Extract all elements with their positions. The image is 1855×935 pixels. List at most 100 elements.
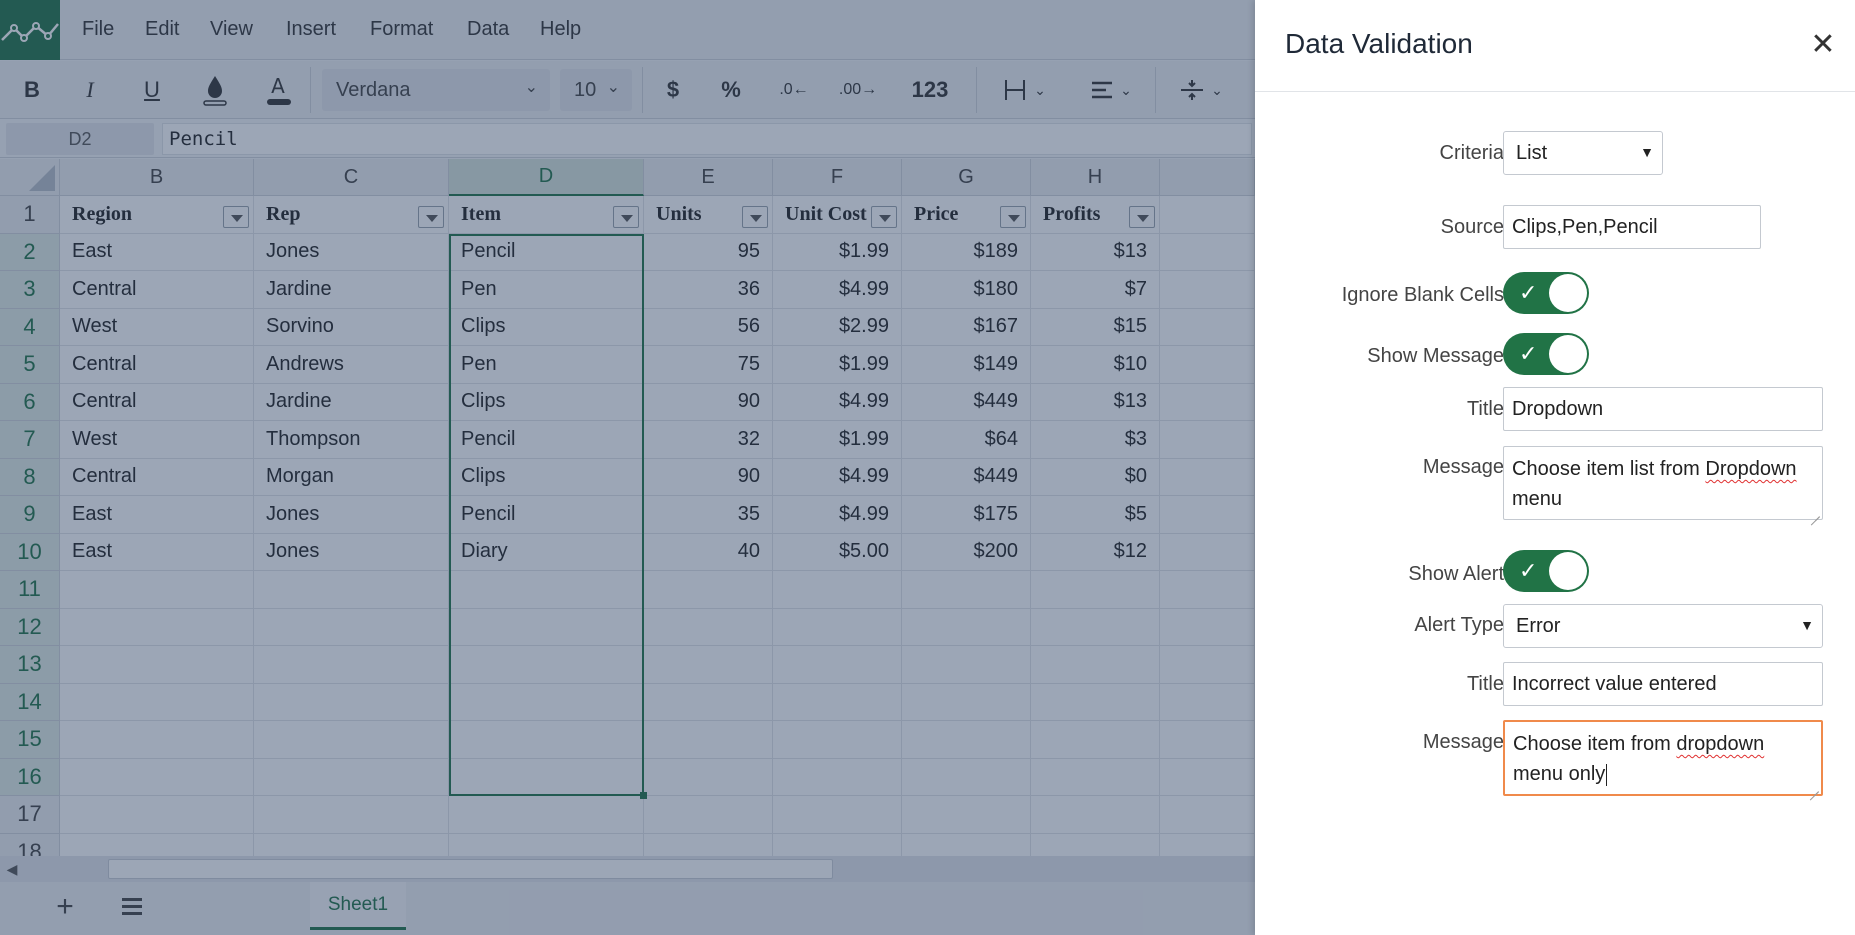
- empty-cell[interactable]: [449, 646, 644, 684]
- table-cell[interactable]: $200: [902, 533, 1031, 571]
- table-cell[interactable]: Pencil: [449, 421, 644, 459]
- table-cell[interactable]: East: [60, 533, 254, 571]
- row-header-8[interactable]: 8: [0, 458, 60, 496]
- empty-cell[interactable]: [902, 608, 1031, 646]
- filter-dropdown-icon[interactable]: [418, 206, 444, 228]
- increase-decimal-icon[interactable]: .00→: [834, 71, 882, 109]
- empty-cell[interactable]: [1160, 421, 1255, 459]
- table-cell[interactable]: $449: [902, 458, 1031, 496]
- fill-handle[interactable]: [640, 792, 647, 799]
- table-cell[interactable]: 40: [644, 533, 773, 571]
- empty-cell[interactable]: [644, 833, 773, 856]
- empty-cell[interactable]: [902, 796, 1031, 834]
- column-header-g[interactable]: G: [902, 159, 1031, 196]
- table-cell[interactable]: $15: [1031, 308, 1160, 346]
- alert-type-select[interactable]: Error ▼: [1503, 604, 1823, 648]
- row-header-13[interactable]: 13: [0, 646, 60, 684]
- empty-cell[interactable]: [1031, 721, 1160, 759]
- table-cell[interactable]: Central: [60, 271, 254, 309]
- row-header-7[interactable]: 7: [0, 421, 60, 459]
- menu-edit[interactable]: Edit: [145, 18, 179, 41]
- menu-file[interactable]: File: [82, 18, 114, 41]
- row-header-1[interactable]: 1: [0, 196, 60, 234]
- table-cell[interactable]: $13: [1031, 233, 1160, 271]
- add-sheet-icon[interactable]: +: [48, 890, 82, 924]
- show-message-toggle[interactable]: ✓: [1503, 333, 1589, 375]
- column-header-h[interactable]: H: [1031, 159, 1160, 196]
- empty-cell[interactable]: [60, 833, 254, 856]
- empty-cell[interactable]: [902, 833, 1031, 856]
- table-cell[interactable]: $4.99: [773, 271, 902, 309]
- empty-cell[interactable]: [449, 571, 644, 609]
- empty-cell[interactable]: [449, 608, 644, 646]
- empty-cell[interactable]: [1031, 683, 1160, 721]
- row-header-10[interactable]: 10: [0, 533, 60, 571]
- table-cell[interactable]: $4.99: [773, 496, 902, 534]
- empty-cell[interactable]: [1160, 796, 1255, 834]
- empty-cell[interactable]: [60, 571, 254, 609]
- empty-cell[interactable]: [902, 721, 1031, 759]
- empty-cell[interactable]: [449, 758, 644, 796]
- empty-cell[interactable]: [644, 646, 773, 684]
- number-format-button[interactable]: 123: [900, 71, 960, 109]
- empty-cell[interactable]: [1160, 571, 1255, 609]
- source-input[interactable]: Clips,Pen,Pencil: [1503, 205, 1761, 249]
- row-header-4[interactable]: 4: [0, 308, 60, 346]
- table-cell[interactable]: 35: [644, 496, 773, 534]
- empty-cell[interactable]: [60, 608, 254, 646]
- table-cell[interactable]: $13: [1031, 383, 1160, 421]
- table-cell[interactable]: $167: [902, 308, 1031, 346]
- underline-icon[interactable]: U: [132, 71, 172, 109]
- filter-dropdown-icon[interactable]: [613, 206, 639, 228]
- empty-cell[interactable]: [1031, 796, 1160, 834]
- table-cell[interactable]: Thompson: [254, 421, 449, 459]
- table-header-cell[interactable]: Unit Cost: [773, 196, 902, 234]
- empty-cell[interactable]: [902, 646, 1031, 684]
- resize-grip-icon[interactable]: [1809, 782, 1819, 792]
- table-cell[interactable]: $1.99: [773, 346, 902, 384]
- table-cell[interactable]: Clips: [449, 458, 644, 496]
- table-cell[interactable]: $449: [902, 383, 1031, 421]
- table-cell[interactable]: 95: [644, 233, 773, 271]
- table-cell[interactable]: East: [60, 233, 254, 271]
- table-cell[interactable]: $12: [1031, 533, 1160, 571]
- empty-cell[interactable]: [449, 683, 644, 721]
- filter-dropdown-icon[interactable]: [1129, 206, 1155, 228]
- row-header-3[interactable]: 3: [0, 271, 60, 309]
- table-cell[interactable]: $64: [902, 421, 1031, 459]
- table-cell[interactable]: East: [60, 496, 254, 534]
- table-cell[interactable]: $3: [1031, 421, 1160, 459]
- empty-cell[interactable]: [1160, 383, 1255, 421]
- message-textarea[interactable]: Choose item list from Dropdown menu: [1503, 446, 1823, 520]
- menu-insert[interactable]: Insert: [286, 18, 336, 41]
- table-cell[interactable]: Central: [60, 458, 254, 496]
- empty-cell[interactable]: [60, 758, 254, 796]
- table-cell[interactable]: Central: [60, 383, 254, 421]
- table-cell[interactable]: $1.99: [773, 421, 902, 459]
- empty-cell[interactable]: [1160, 721, 1255, 759]
- italic-icon[interactable]: I: [70, 71, 110, 109]
- empty-cell[interactable]: [254, 646, 449, 684]
- table-cell[interactable]: 36: [644, 271, 773, 309]
- empty-cell[interactable]: [902, 683, 1031, 721]
- menu-format[interactable]: Format: [370, 18, 433, 41]
- table-cell[interactable]: Clips: [449, 383, 644, 421]
- table-cell[interactable]: Sorvino: [254, 308, 449, 346]
- row-header-15[interactable]: 15: [0, 721, 60, 759]
- font-family-select[interactable]: Verdana ⌄: [322, 69, 550, 111]
- table-cell[interactable]: Diary: [449, 533, 644, 571]
- empty-cell[interactable]: [644, 608, 773, 646]
- sheet-tab-active[interactable]: Sheet1: [310, 882, 406, 930]
- empty-cell[interactable]: [1160, 683, 1255, 721]
- column-header-b[interactable]: B: [60, 159, 254, 196]
- filter-dropdown-icon[interactable]: [742, 206, 768, 228]
- scrollbar-thumb[interactable]: [108, 859, 833, 879]
- table-header-cell[interactable]: Price: [902, 196, 1031, 234]
- table-header-cell[interactable]: Units: [644, 196, 773, 234]
- empty-cell[interactable]: [644, 721, 773, 759]
- fill-color-icon[interactable]: [195, 71, 235, 109]
- row-header-18[interactable]: 18: [0, 833, 60, 856]
- filter-dropdown-icon[interactable]: [1000, 206, 1026, 228]
- table-cell[interactable]: 90: [644, 458, 773, 496]
- empty-cell[interactable]: [773, 571, 902, 609]
